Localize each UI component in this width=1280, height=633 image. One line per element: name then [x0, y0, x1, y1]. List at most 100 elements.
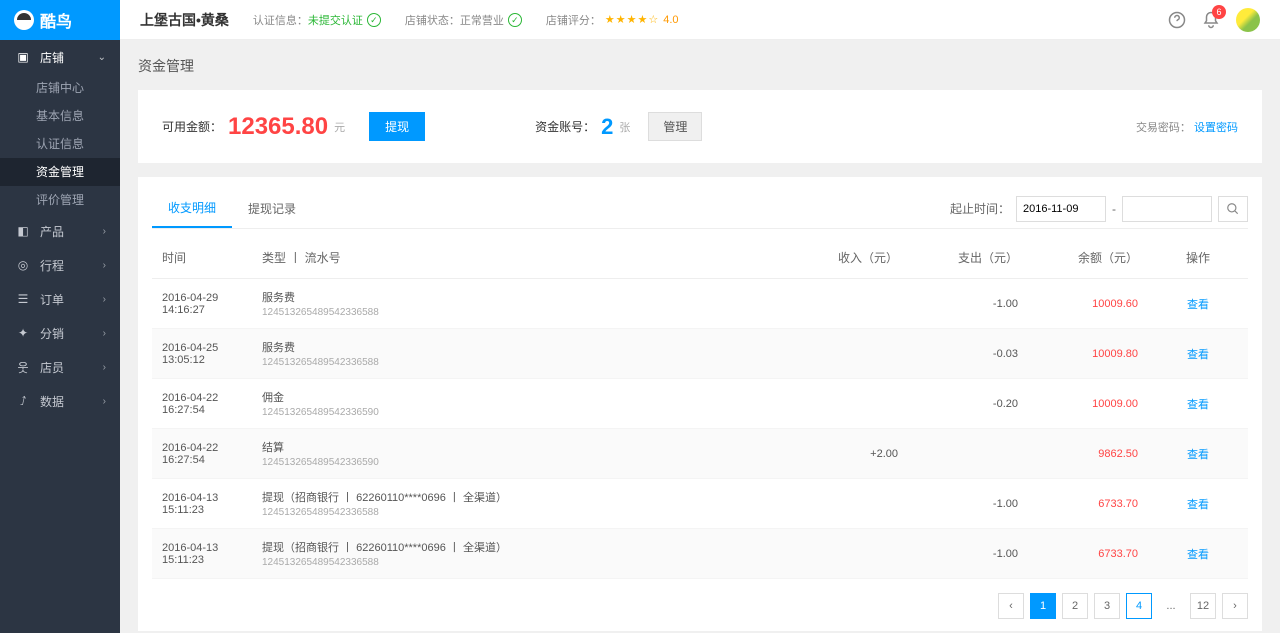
page-1[interactable]: 1 — [1030, 593, 1056, 619]
summary-panel: 可用金额： 12365.80 元 提现 资金账号： 2 张 管理 交易密码： 设… — [138, 90, 1262, 163]
cell-type: 服务费124513265489542336588 — [252, 329, 788, 379]
cell-balance: 10009.80 — [1028, 329, 1148, 379]
logo-icon — [14, 10, 34, 30]
withdraw-button[interactable]: 提现 — [369, 112, 425, 141]
staff-icon: 웃 — [14, 359, 32, 376]
table-row: 2016-04-2914:16:27服务费1245132654895423365… — [152, 279, 1248, 329]
page-last[interactable]: 12 — [1190, 593, 1216, 619]
view-link[interactable]: 查看 — [1187, 499, 1209, 511]
account-label: 资金账号： — [535, 118, 595, 135]
sidebar-shop-label: 店铺 — [40, 49, 64, 66]
page-prev[interactable]: ‹ — [998, 593, 1024, 619]
shop-icon: ▣ — [14, 50, 32, 64]
cell-balance: 9862.50 — [1028, 429, 1148, 479]
cell-income: +2.00 — [788, 429, 908, 479]
content: 资金管理 可用金额： 12365.80 元 提现 资金账号： 2 张 管理 交易… — [120, 40, 1280, 633]
cell-time: 2016-04-1315:11:23 — [152, 479, 252, 529]
chevron-right-icon: › — [103, 294, 106, 305]
cell-op: 查看 — [1148, 329, 1248, 379]
cell-type: 提现（招商银行 丨 62260110****0696 丨 全渠道）1245132… — [252, 479, 788, 529]
tab-withdraw-records[interactable]: 提现记录 — [232, 190, 312, 227]
view-link[interactable]: 查看 — [1187, 299, 1209, 311]
main-panel: 收支明细 提现记录 起止时间： - 时间 类型 丨 流水号 收入（元） 支出（元… — [138, 177, 1262, 631]
tab-income-expense[interactable]: 收支明细 — [152, 189, 232, 228]
th-expense: 支出（元） — [908, 237, 1028, 279]
check-icon: ✓ — [508, 13, 522, 27]
cell-type: 佣金124513265489542336590 — [252, 379, 788, 429]
help-icon[interactable] — [1168, 11, 1186, 29]
cell-balance: 6733.70 — [1028, 529, 1148, 579]
page-next[interactable]: › — [1222, 593, 1248, 619]
chevron-right-icon: › — [103, 396, 106, 407]
sidebar-subitem-basic-info[interactable]: 基本信息 — [0, 102, 120, 130]
sidebar-subitem-shop-center[interactable]: 店铺中心 — [0, 74, 120, 102]
cell-op: 查看 — [1148, 379, 1248, 429]
data-icon: ⭜ — [14, 394, 32, 408]
cell-op: 查看 — [1148, 529, 1248, 579]
manage-button[interactable]: 管理 — [648, 112, 702, 141]
cell-type: 服务费124513265489542336588 — [252, 279, 788, 329]
view-link[interactable]: 查看 — [1187, 449, 1209, 461]
sidebar-subitem-funds[interactable]: 资金管理 — [0, 158, 120, 186]
chevron-right-icon: › — [103, 362, 106, 373]
date-from-input[interactable] — [1016, 196, 1106, 222]
set-password-link[interactable]: 设置密码 — [1194, 122, 1238, 134]
sidebar-item-distribution[interactable]: ✦分销› — [0, 316, 120, 350]
cell-balance: 10009.00 — [1028, 379, 1148, 429]
cell-expense: -1.00 — [908, 479, 1028, 529]
view-link[interactable]: 查看 — [1187, 399, 1209, 411]
avatar[interactable] — [1236, 8, 1260, 32]
chevron-right-icon: › — [103, 328, 106, 339]
sidebar-item-staff[interactable]: 웃店员› — [0, 350, 120, 384]
account-unit: 张 — [619, 119, 630, 135]
date-to-input[interactable] — [1122, 196, 1212, 222]
cell-expense: -0.20 — [908, 379, 1028, 429]
page-2[interactable]: 2 — [1062, 593, 1088, 619]
cell-balance: 6733.70 — [1028, 479, 1148, 529]
header-status: 店铺状态： 正常营业 ✓ — [405, 12, 522, 28]
th-time: 时间 — [152, 237, 252, 279]
filter-label: 起止时间： — [950, 200, 1010, 217]
table-row: 2016-04-1315:11:23提现（招商银行 丨 62260110****… — [152, 529, 1248, 579]
th-balance: 余额（元） — [1028, 237, 1148, 279]
cell-time: 2016-04-2216:27:54 — [152, 429, 252, 479]
search-button[interactable] — [1218, 196, 1248, 222]
stars-icon: ★★★★☆ — [605, 13, 659, 26]
th-op: 操作 — [1148, 237, 1248, 279]
dist-icon: ✦ — [14, 326, 32, 340]
sidebar-subitem-review[interactable]: 评价管理 — [0, 186, 120, 214]
amount-unit: 元 — [334, 119, 345, 135]
sidebar-subitem-auth-info[interactable]: 认证信息 — [0, 130, 120, 158]
page-3[interactable]: 3 — [1094, 593, 1120, 619]
logo-text: 酷鸟 — [40, 8, 72, 32]
cell-balance: 10009.60 — [1028, 279, 1148, 329]
cell-type: 提现（招商银行 丨 62260110****0696 丨 全渠道）1245132… — [252, 529, 788, 579]
sidebar-item-order[interactable]: ☰订单› — [0, 282, 120, 316]
order-icon: ☰ — [14, 292, 32, 306]
cell-income — [788, 479, 908, 529]
page-4[interactable]: 4 — [1126, 593, 1152, 619]
view-link[interactable]: 查看 — [1187, 349, 1209, 361]
cell-op: 查看 — [1148, 429, 1248, 479]
table-row: 2016-04-2216:27:54佣金12451326548954233659… — [152, 379, 1248, 429]
page-ellipsis: ... — [1158, 593, 1184, 619]
sidebar-item-shop[interactable]: ▣ 店铺 ⌄ — [0, 40, 120, 74]
account-count: 2 — [601, 114, 613, 140]
cell-op: 查看 — [1148, 479, 1248, 529]
password-section: 交易密码： 设置密码 — [1136, 119, 1238, 135]
table-row: 2016-04-2216:27:54结算12451326548954233659… — [152, 429, 1248, 479]
sidebar: 酷鸟 ▣ 店铺 ⌄ 店铺中心 基本信息 认证信息 资金管理 评价管理 ◧产品› … — [0, 0, 120, 633]
product-icon: ◧ — [14, 224, 32, 238]
sidebar-item-product[interactable]: ◧产品› — [0, 214, 120, 248]
sidebar-item-data[interactable]: ⭜数据› — [0, 384, 120, 418]
cell-income — [788, 379, 908, 429]
cell-type: 结算124513265489542336590 — [252, 429, 788, 479]
bell-icon[interactable]: 6 — [1202, 11, 1220, 29]
sidebar-item-trip[interactable]: ◎行程› — [0, 248, 120, 282]
amount-value: 12365.80 — [228, 113, 328, 141]
cell-expense: -0.03 — [908, 329, 1028, 379]
chevron-right-icon: › — [103, 226, 106, 237]
logo[interactable]: 酷鸟 — [0, 0, 120, 40]
view-link[interactable]: 查看 — [1187, 549, 1209, 561]
check-icon: ✓ — [367, 13, 381, 27]
